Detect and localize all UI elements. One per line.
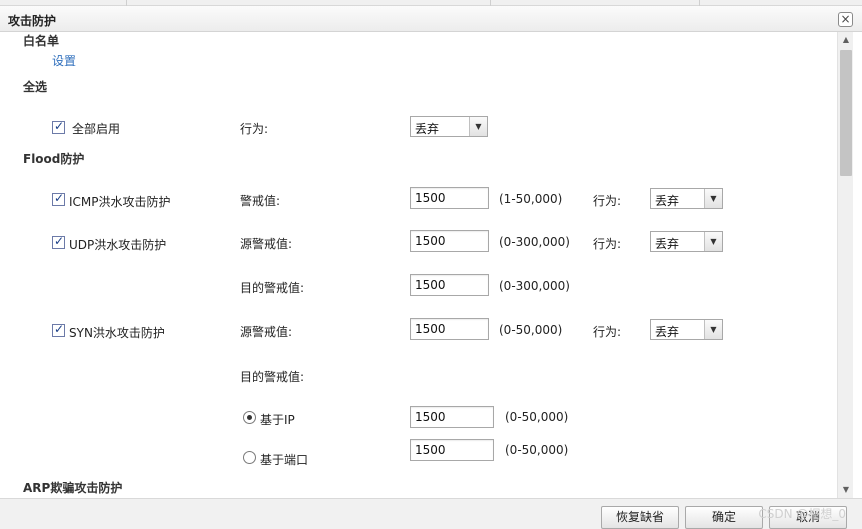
scroll-up-icon[interactable]: ▲	[838, 32, 854, 48]
udp-flood-label: UDP洪水攻击防护	[69, 238, 167, 252]
syn-by-port-label: 基于端口	[260, 453, 309, 467]
dialog-footer: 恢复缺省 确定 取消	[0, 498, 862, 529]
udp-src-threshold-label: 源警戒值:	[240, 237, 293, 251]
scroll-thumb[interactable]	[840, 50, 852, 176]
syn-by-ip-input[interactable]: 1500	[410, 406, 494, 428]
whitelist-settings-link[interactable]: 设置	[52, 52, 76, 69]
checkmark-icon: ✓	[54, 234, 65, 248]
udp-dst-threshold-label: 目的警戒值:	[240, 281, 305, 295]
udp-dst-threshold-input[interactable]: 1500	[410, 274, 489, 296]
udp-action-select[interactable]: 丢弃 ▼	[650, 231, 723, 252]
checkmark-icon: ✓	[54, 119, 65, 133]
checkmark-icon: ✓	[54, 322, 65, 336]
syn-action-label: 行为:	[593, 325, 622, 339]
syn-action-select[interactable]: 丢弃 ▼	[650, 319, 723, 340]
udp-action-label: 行为:	[593, 237, 622, 251]
restore-default-button[interactable]: 恢复缺省	[601, 506, 679, 529]
syn-src-threshold-input[interactable]: 1500	[410, 318, 489, 340]
chevron-down-icon: ▼	[704, 189, 722, 208]
udp-dst-threshold-range: (0-300,000)	[499, 279, 570, 293]
syn-src-threshold-range: (0-50,000)	[499, 323, 563, 337]
syn-by-port-range: (0-50,000)	[505, 443, 569, 457]
chevron-down-icon: ▼	[704, 320, 722, 339]
syn-by-port-radio[interactable]	[243, 451, 256, 464]
syn-dst-threshold-label: 目的警戒值:	[240, 370, 305, 384]
udp-action-value: 丢弃	[655, 237, 680, 251]
dialog-title: 攻击防护	[8, 14, 57, 28]
udp-flood-checkbox[interactable]: ✓	[52, 234, 65, 249]
icmp-threshold-range: (1-50,000)	[499, 192, 563, 206]
select-all-heading: 全选	[23, 80, 48, 94]
csdn-watermark: CSDN @桐想_0	[758, 507, 846, 521]
icmp-action-select[interactable]: 丢弃 ▼	[650, 188, 723, 209]
icmp-flood-checkbox[interactable]: ✓	[52, 191, 65, 206]
syn-flood-label: SYN洪水攻击防护	[69, 326, 165, 340]
icmp-threshold-label: 警戒值:	[240, 194, 281, 208]
syn-flood-checkbox[interactable]: ✓	[52, 322, 65, 337]
icmp-action-value: 丢弃	[655, 194, 680, 208]
syn-by-ip-label: 基于IP	[260, 413, 295, 427]
chevron-down-icon: ▼	[704, 232, 722, 251]
dialog-content: 白名单 设置 全选 ✓ 全部启用 行为: 丢弃 ▼ Flood防护 ✓ ICMP…	[0, 32, 837, 498]
flood-heading: Flood防护	[23, 152, 85, 166]
global-action-select[interactable]: 丢弃 ▼	[410, 116, 488, 137]
syn-by-port-input[interactable]: 1500	[410, 439, 494, 461]
chevron-down-icon: ▼	[469, 117, 487, 136]
icmp-threshold-input[interactable]: 1500	[410, 187, 489, 209]
icmp-action-label: 行为:	[593, 194, 622, 208]
whitelist-heading: 白名单	[23, 34, 60, 48]
udp-src-threshold-range: (0-300,000)	[499, 235, 570, 249]
enable-all-checkbox[interactable]: ✓	[52, 119, 65, 134]
vertical-scrollbar[interactable]: ▲ ▼	[837, 32, 853, 498]
arp-heading: ARP欺骗攻击防护	[23, 481, 123, 495]
syn-by-ip-radio[interactable]	[243, 411, 256, 424]
syn-action-value: 丢弃	[655, 325, 680, 339]
enable-all-label: 全部启用	[72, 122, 121, 136]
syn-src-threshold-label: 源警戒值:	[240, 325, 293, 339]
global-action-label: 行为:	[240, 122, 269, 136]
close-icon[interactable]: ×	[838, 12, 853, 27]
global-action-value: 丢弃	[415, 122, 440, 136]
syn-by-ip-range: (0-50,000)	[505, 410, 569, 424]
icmp-flood-label: ICMP洪水攻击防护	[69, 195, 171, 209]
udp-src-threshold-input[interactable]: 1500	[410, 230, 489, 252]
dialog-titlebar: 攻击防护 ×	[0, 6, 862, 32]
checkmark-icon: ✓	[54, 191, 65, 205]
scroll-down-icon[interactable]: ▼	[838, 482, 854, 498]
ok-button[interactable]: 确定	[685, 506, 763, 529]
